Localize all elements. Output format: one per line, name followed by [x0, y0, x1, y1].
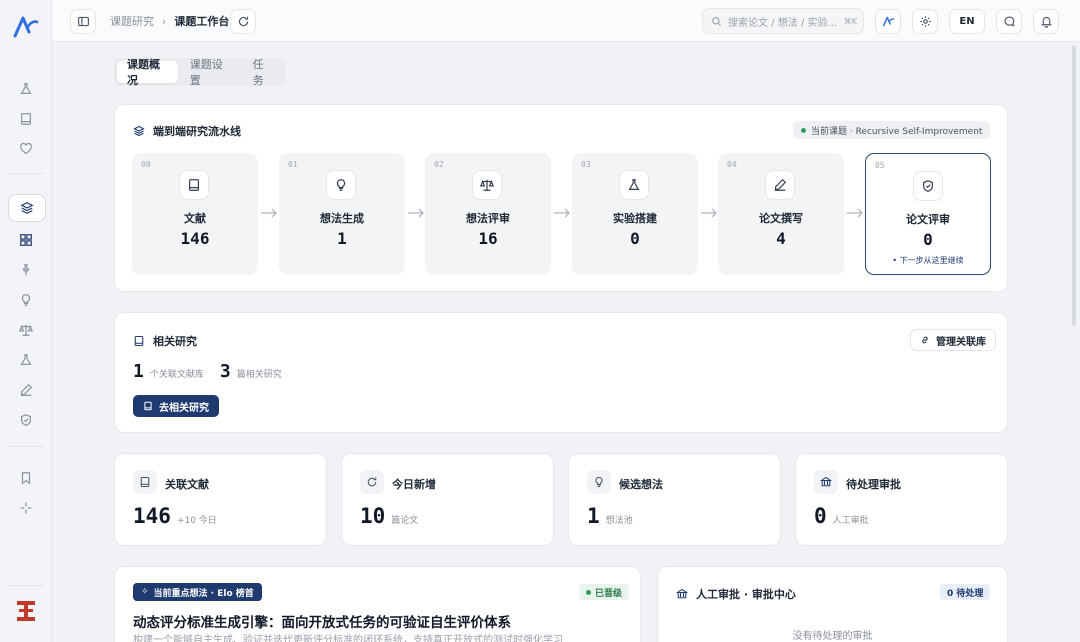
breadcrumb-separator: ›	[162, 14, 167, 28]
pipeline-title: 端到端研究流水线	[133, 123, 241, 139]
refresh-icon	[238, 16, 248, 27]
breadcrumb-parent[interactable]: 课题研究	[110, 13, 154, 29]
sidebar-pin-icon[interactable]	[14, 258, 38, 282]
tab-settings[interactable]: 课题设置	[180, 58, 241, 87]
sidebar-divider	[8, 585, 44, 586]
sidebar-divider	[8, 173, 44, 174]
stat-today-new[interactable]: 今日新增 10 篇论文	[341, 453, 554, 546]
bank-icon	[676, 588, 688, 599]
stage-idea-review[interactable]: 02 想法评审 16	[425, 153, 551, 275]
arrow-right-icon	[261, 208, 277, 218]
language-toggle-button[interactable]: EN	[949, 9, 985, 34]
arrow-right-icon	[847, 208, 863, 218]
status-badge: 已晋级	[579, 584, 630, 600]
related-title: 相关研究	[133, 333, 197, 349]
book-icon	[134, 335, 144, 347]
refresh-button[interactable]	[230, 9, 256, 34]
notifications-button[interactable]	[1033, 9, 1059, 34]
pen-icon	[765, 170, 795, 200]
stat-candidate-ideas[interactable]: 候选想法 1 想法池	[568, 453, 781, 546]
stage-literature[interactable]: 00 文献 146	[132, 153, 258, 275]
sidebar	[0, 0, 52, 642]
status-dot	[586, 589, 591, 595]
search-input[interactable]: 搜索论文 / 想法 / 实验... ⌘K	[702, 8, 864, 34]
focus-idea-tag: ✧ 当前重点想法 · Elo 榜首	[133, 583, 262, 601]
bell-icon	[1040, 16, 1052, 28]
shield-icon	[913, 171, 943, 201]
tab-tasks[interactable]: 任务	[243, 58, 283, 87]
book-icon	[133, 470, 157, 494]
workspace-tabs: 课题概况 课题设置 任务	[114, 58, 286, 87]
sidebar-heart-icon[interactable]	[14, 137, 38, 161]
arrow-right-icon	[701, 208, 717, 218]
stage-experiment-setup[interactable]: 03 实验搭建 0	[572, 153, 698, 275]
app-logo-small-icon	[882, 16, 894, 27]
lightbulb-icon	[587, 470, 611, 494]
related-stats: 1 个关联文献库 3 篇相关研究	[133, 361, 282, 382]
page-scrollbar[interactable]	[1072, 46, 1076, 326]
search-icon	[712, 16, 722, 26]
status-dot	[801, 127, 806, 133]
stat-pending-approvals[interactable]: 待处理审批 0 人工审批	[795, 453, 1008, 546]
sidebar-pen-icon[interactable]	[14, 378, 38, 402]
arrow-right-icon	[554, 208, 570, 218]
next-step-hint: • 下一步从这里继续	[892, 256, 964, 265]
stage-idea-generation[interactable]: 01 想法生成 1	[279, 153, 405, 275]
stage-paper-review[interactable]: 05 论文评审 0 • 下一步从这里继续	[865, 153, 991, 275]
stage-paper-writing[interactable]: 04 论文撰写 4	[718, 153, 844, 275]
sidebar-lightbulb-icon[interactable]	[14, 288, 38, 312]
link-icon	[922, 336, 928, 344]
sidebar-bookmark-icon[interactable]	[14, 466, 38, 490]
feedback-button[interactable]	[996, 9, 1022, 34]
assistant-button[interactable]	[875, 9, 901, 34]
book-icon	[144, 401, 152, 411]
sidebar-layers-icon[interactable]	[8, 194, 46, 222]
sidebar-divider	[8, 446, 44, 447]
sidebar-book-icon[interactable]	[14, 107, 38, 131]
top-header: 课题研究 › 课题工作台 搜索论文 / 想法 / 实验... ⌘K EN	[52, 0, 1080, 42]
related-research-card: 相关研究 管理关联库 1 个关联文献库 3 篇相关研究 去相关研究	[114, 312, 1008, 433]
sidebar-panel-icon	[77, 16, 89, 27]
pending-count-badge: 0 待处理	[940, 584, 991, 600]
sidebar-lab-icon[interactable]	[14, 77, 38, 101]
focus-idea-description: 构建一个能够自主生成、验证并迭代更新评分标准的闭环系统，支持真正开放式的测试时强…	[133, 635, 563, 642]
breadcrumb: 课题研究 › 课题工作台	[110, 13, 229, 29]
search-shortcut: ⌘K	[843, 16, 857, 26]
breadcrumb-current: 课题工作台	[174, 15, 230, 28]
lightbulb-icon	[326, 170, 356, 200]
approval-title: 人工审批 · 审批中心	[676, 586, 796, 602]
chat-bubble-icon	[1003, 16, 1014, 27]
search-placeholder: 搜索论文 / 想法 / 实验...	[728, 17, 837, 29]
tab-overview[interactable]: 课题概况	[117, 58, 178, 87]
flask-icon	[619, 170, 649, 200]
go-related-research-button[interactable]: 去相关研究	[133, 395, 219, 417]
book-icon	[179, 170, 209, 200]
stat-linked-papers[interactable]: 关联文献 146 +10 今日	[114, 453, 327, 546]
arrow-right-icon	[408, 208, 424, 218]
pipeline-card: 端到端研究流水线 当前课题 · Recursive Self-Improveme…	[114, 104, 1008, 292]
app-logo-icon[interactable]	[12, 14, 40, 40]
gear-icon	[919, 16, 931, 27]
sidebar-dashboard-icon[interactable]	[14, 228, 38, 252]
sidebar-sparkle-icon[interactable]	[14, 496, 38, 520]
layers-icon	[133, 125, 145, 137]
sparkle-icon: ✧	[141, 587, 149, 597]
approval-empty-state: 没有待处理的审批	[792, 631, 873, 642]
refresh-icon	[360, 470, 384, 494]
manage-library-button[interactable]: 管理关联库	[910, 329, 996, 351]
current-topic-badge: 当前课题 · Recursive Self-Improvement	[793, 121, 991, 139]
brand-mark-icon[interactable]	[16, 600, 36, 622]
settings-button[interactable]	[912, 9, 938, 34]
bank-icon	[814, 470, 838, 494]
approval-center-card: 人工审批 · 审批中心 0 待处理 没有待处理的审批	[657, 566, 1008, 642]
sidebar-scale-icon[interactable]	[14, 318, 38, 342]
scale-icon	[472, 170, 502, 200]
sidebar-shield-icon[interactable]	[14, 408, 38, 432]
focus-idea-title: 动态评分标准生成引擎：面向开放式任务的可验证自生评价体系	[133, 615, 511, 631]
focus-idea-card[interactable]: ✧ 当前重点想法 · Elo 榜首 已晋级 动态评分标准生成引擎：面向开放式任务…	[114, 566, 641, 642]
sidebar-flask-icon[interactable]	[14, 348, 38, 372]
toggle-sidebar-button[interactable]	[70, 9, 96, 34]
